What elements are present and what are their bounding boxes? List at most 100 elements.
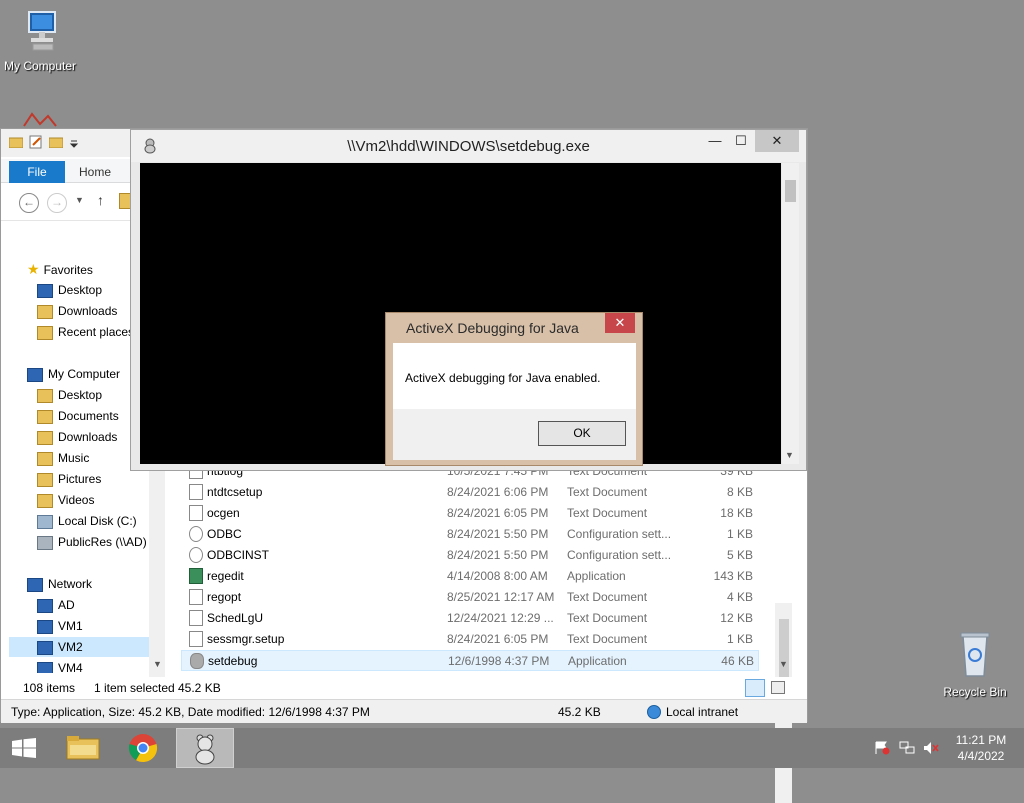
nav-net-vm4[interactable]: VM4 [37, 658, 151, 673]
windows-logo-icon [12, 738, 36, 761]
nav-net-ad[interactable]: AD [37, 595, 151, 615]
nav-net-vm4-label: VM4 [58, 661, 83, 673]
volume-muted-icon[interactable] [923, 741, 939, 755]
bear-app-icon [191, 733, 219, 768]
file-row[interactable]: ODBC 8/24/2021 5:50 PM Configuration set… [181, 524, 759, 545]
folder-icon [37, 430, 53, 445]
console-titlebar[interactable]: \\Vm2\hdd\WINDOWS\setdebug.exe — ☐ ✕ [131, 130, 806, 162]
clock[interactable]: 11:21 PM 4/4/2022 [944, 732, 1018, 764]
taskbar-setdebug[interactable] [176, 728, 234, 768]
nav-net-ad-label: AD [58, 598, 75, 612]
file-name: setdebug [208, 654, 258, 668]
minimize-button[interactable]: — [701, 130, 729, 152]
nav-net-vm2-label: VM2 [58, 640, 83, 654]
list-scroll-down-icon[interactable]: ▼ [779, 659, 788, 669]
intranet-globe-icon [647, 705, 661, 719]
file-name: ODBCINST [207, 548, 270, 562]
network-tray-icon[interactable] [899, 741, 915, 755]
tab-home[interactable]: Home [79, 161, 111, 183]
action-center-flag-icon[interactable] [874, 741, 890, 755]
text-document-icon [189, 631, 203, 647]
customize-qat-icon[interactable] [69, 137, 79, 151]
properties-icon[interactable] [29, 135, 43, 152]
close-button[interactable]: ✕ [755, 130, 799, 152]
details-view-icon[interactable] [745, 679, 765, 697]
file-row-selected[interactable]: setdebug 12/6/1998 4:37 PM Application 4… [181, 650, 759, 671]
recycle-bin-icon [935, 628, 1015, 683]
recycle-bin-desktop-icon[interactable]: Recycle Bin [935, 628, 1015, 699]
taskbar-chrome[interactable] [114, 728, 172, 768]
setdebug-bear-icon [190, 653, 204, 669]
file-type: Text Document [567, 506, 648, 520]
nav-pc-downloads-label: Downloads [58, 430, 118, 444]
start-button[interactable] [0, 728, 48, 768]
chrome-icon [128, 733, 158, 766]
desktop-icon [37, 283, 53, 298]
file-row[interactable]: ntdtcsetup 8/24/2021 6:06 PM Text Docume… [181, 482, 759, 503]
forward-button[interactable]: → [47, 193, 67, 213]
selection-count: 1 item selected [94, 681, 175, 695]
file-name: sessmgr.setup [207, 632, 285, 646]
new-folder-icon[interactable] [48, 136, 64, 151]
my-computer-desktop-icon[interactable]: My Computer [0, 8, 80, 73]
file-row[interactable]: ocgen 8/24/2021 6:05 PM Text Document 18… [181, 503, 759, 524]
console-scroll-thumb[interactable] [785, 180, 796, 202]
recent-locations-dropdown[interactable]: ▼ [75, 195, 84, 205]
tab-file[interactable]: File [9, 161, 65, 183]
status-row: 108 items 1 item selected 45.2 KB [1, 677, 807, 699]
star-icon: ★ [27, 261, 40, 277]
file-size: 5 KB [726, 548, 753, 562]
taskbar: 11:21 PM 4/4/2022 [0, 728, 1024, 768]
file-size: 4 KB [726, 590, 753, 604]
nav-pc-videos-label: Videos [58, 493, 95, 507]
file-name: ntdtcsetup [207, 485, 263, 499]
dialog-content: ActiveX debugging for Java enabled. [393, 343, 636, 409]
maximize-button[interactable]: ☐ [727, 130, 755, 152]
file-row[interactable]: SchedLgU 12/24/2021 12:29 ... Text Docum… [181, 608, 759, 629]
taskbar-file-explorer[interactable] [54, 728, 112, 768]
computer-icon [37, 619, 53, 634]
nav-network[interactable]: Network [27, 574, 151, 594]
item-count: 108 items [23, 681, 76, 695]
ok-button[interactable]: OK [538, 421, 626, 446]
nav-pc-videos[interactable]: Videos [37, 490, 151, 510]
file-size: 1 KB [726, 632, 753, 646]
file-date: 8/24/2021 5:50 PM [447, 548, 549, 562]
dialog-close-button[interactable]: ✕ [605, 313, 635, 333]
nav-pc-local-disk[interactable]: Local Disk (C:) [37, 511, 151, 531]
file-date: 8/24/2021 6:05 PM [447, 632, 549, 646]
file-date: 12/6/1998 4:37 PM [448, 654, 550, 668]
nav-net-vm2[interactable]: VM2 [9, 637, 151, 657]
nav-pc-local-disk-label: Local Disk (C:) [58, 514, 137, 528]
security-zone: Local intranet [666, 705, 739, 719]
nav-net-vm1[interactable]: VM1 [37, 616, 151, 636]
nav-scroll-down-icon[interactable]: ▼ [153, 659, 162, 669]
nav-pc-publicres[interactable]: PublicRes (\\AD) [37, 532, 151, 552]
file-date: 4/14/2008 8:00 AM [447, 569, 548, 583]
file-date: 8/24/2021 5:50 PM [447, 527, 549, 541]
file-row[interactable]: sessmgr.setup 8/24/2021 6:05 PM Text Doc… [181, 629, 759, 650]
folder-icon[interactable] [8, 136, 24, 151]
file-explorer-icon [66, 735, 100, 764]
nav-favorites-label: Favorites [43, 263, 93, 277]
file-row[interactable]: regopt 8/25/2021 12:17 AM Text Document … [181, 587, 759, 608]
activex-dialog[interactable]: ActiveX Debugging for Java ✕ ActiveX deb… [385, 312, 643, 466]
file-date: 8/24/2021 6:05 PM [447, 506, 549, 520]
details-info: Type: Application, Size: 45.2 KB, Date m… [11, 705, 370, 719]
text-document-icon [189, 589, 203, 605]
nav-fav-downloads-label: Downloads [58, 304, 118, 318]
nav-my-computer-label: My Computer [48, 367, 121, 381]
large-icons-view-icon[interactable] [771, 681, 785, 694]
folder-icon [37, 388, 53, 403]
console-scroll-down-icon[interactable]: ▼ [785, 450, 794, 460]
back-button[interactable]: ← [19, 193, 39, 213]
up-button[interactable]: ↑ [97, 192, 104, 208]
nav-pc-pictures[interactable]: Pictures [37, 469, 151, 489]
file-name: SchedLgU [207, 611, 264, 625]
quick-access-toolbar [8, 135, 79, 152]
file-row[interactable]: ODBCINST 8/24/2021 5:50 PM Configuration… [181, 545, 759, 566]
file-type: Text Document [567, 632, 648, 646]
file-row[interactable]: regedit 4/14/2008 8:00 AM Application 14… [181, 566, 759, 587]
file-date: 8/24/2021 6:06 PM [447, 485, 549, 499]
console-scrollbar[interactable] [782, 163, 799, 464]
